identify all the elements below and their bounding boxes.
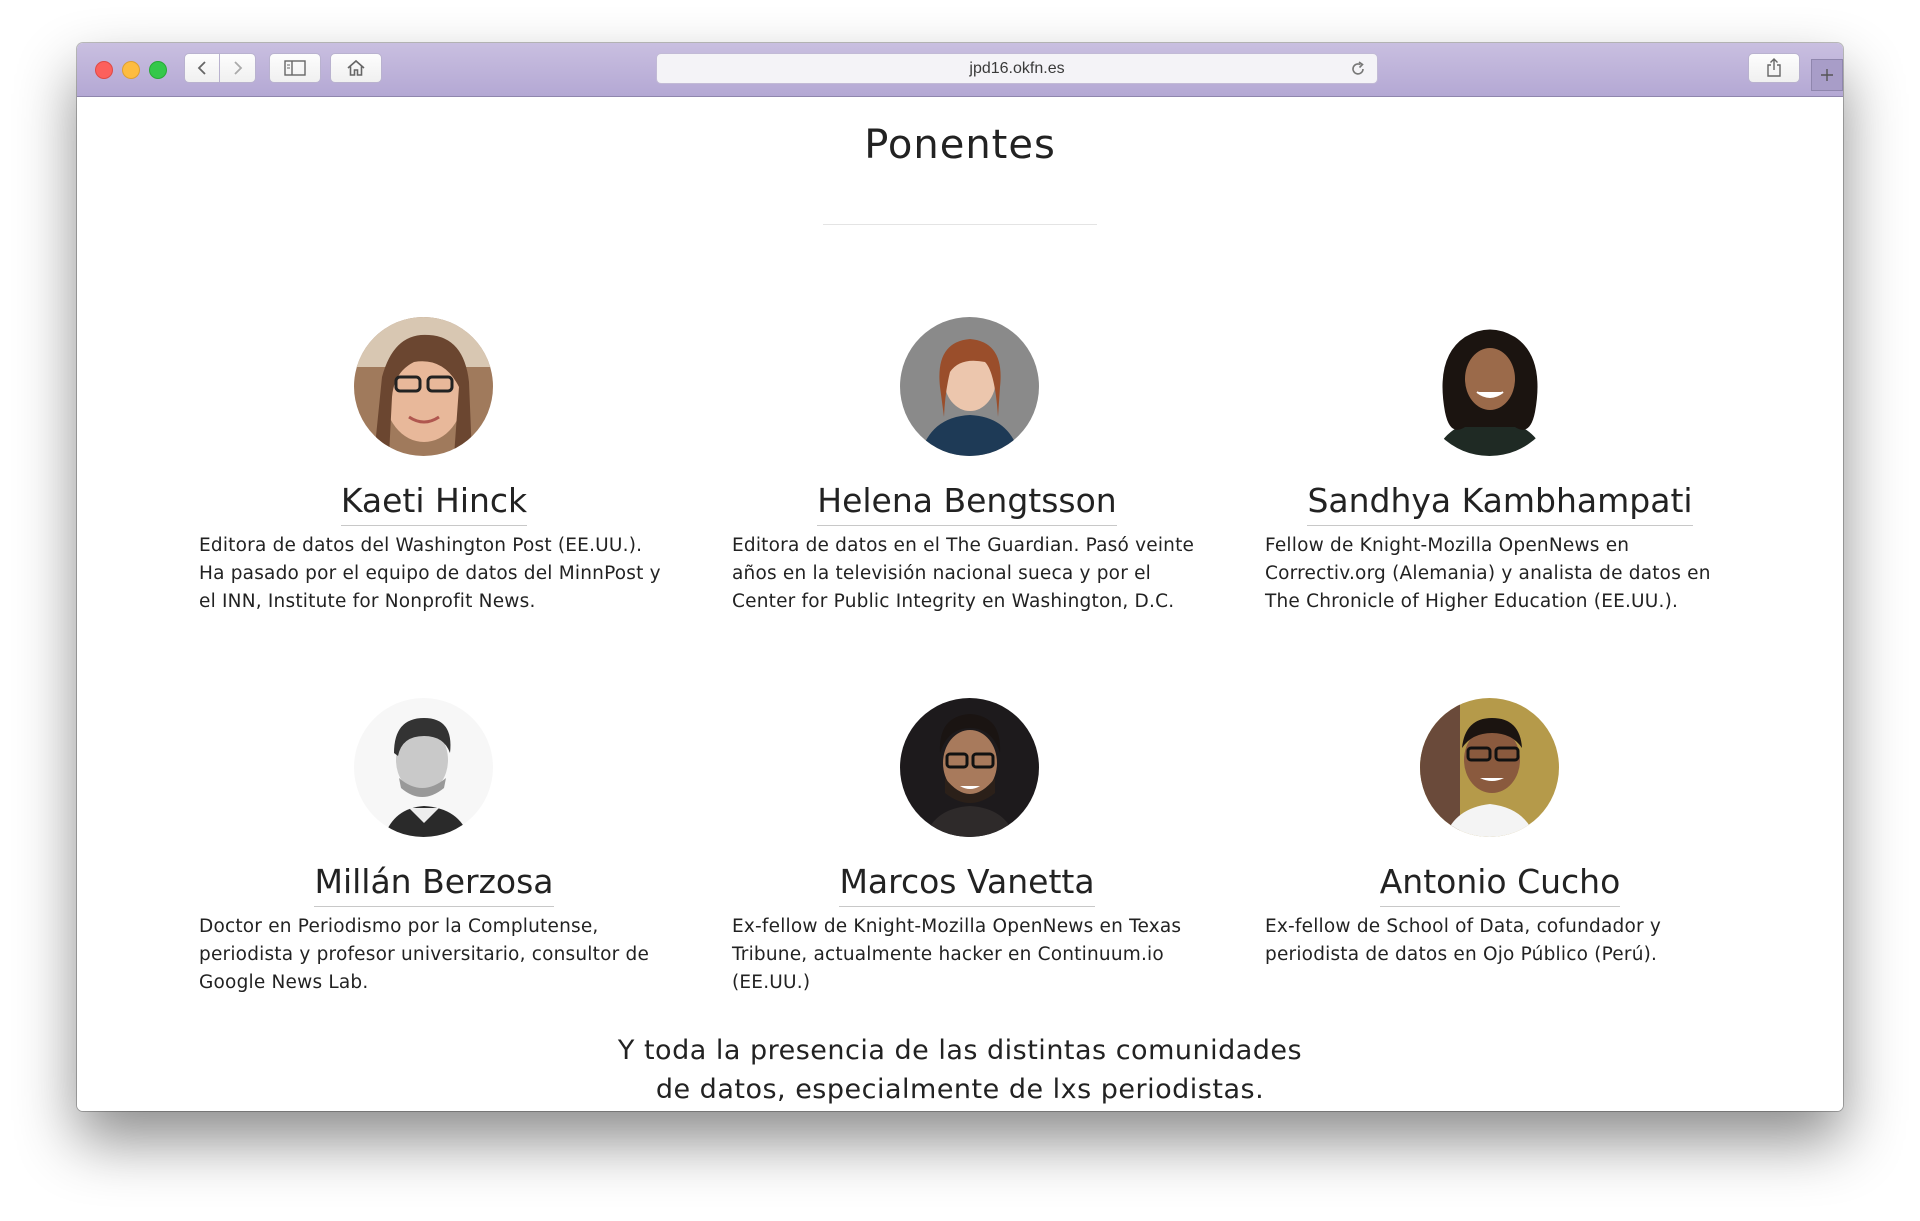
closing-statement-line: Y toda la presencia de las distintas com… (617, 1035, 1303, 1066)
title-divider (823, 224, 1097, 225)
browser-toolbar: jpd16.okfn.es (77, 43, 1843, 97)
speaker-avatar (1420, 698, 1559, 837)
sidebar-icon (284, 60, 306, 76)
speaker-bio: Ex-fellow de Knight-Mozilla OpenNews en … (732, 916, 1182, 993)
speaker-avatar (900, 317, 1039, 456)
plus-icon (1821, 69, 1833, 81)
speaker-avatar (354, 698, 493, 837)
speaker-name[interactable]: Helena Bengtsson (732, 479, 1202, 526)
forward-button[interactable] (220, 53, 256, 83)
page-title: Ponentes (864, 122, 1056, 168)
speaker-bio: Doctor en Periodismo por la Complutense,… (199, 916, 650, 993)
new-tab-button[interactable] (1811, 59, 1843, 91)
speaker-name[interactable]: Millán Berzosa (199, 860, 669, 907)
share-icon (1767, 58, 1781, 77)
speaker-avatar (900, 698, 1039, 837)
sidebar-button[interactable] (269, 53, 321, 83)
speaker-bio: Ex-fellow de School of Data, cofundador … (1265, 916, 1661, 965)
speaker-name[interactable]: Antonio Cucho (1265, 860, 1735, 907)
browser-window: jpd16.okfn.es Ponentes Kaeti Hinck Edito… (77, 43, 1843, 1111)
closing-statement-line: de datos, especialmente de lxs periodist… (655, 1074, 1265, 1105)
speaker-name[interactable]: Sandhya Kambhampati (1265, 479, 1735, 526)
speaker-bio: Editora de datos en el The Guardian. Pas… (732, 535, 1195, 612)
navigation-buttons (184, 53, 256, 83)
home-button[interactable] (330, 53, 382, 83)
closing-statement: Y toda la presencia de las distintas com… (77, 1031, 1843, 1109)
speaker-bio: Editora de datos del Washington Post (EE… (199, 535, 661, 612)
minimize-window-button[interactable] (122, 61, 140, 79)
speaker-name[interactable]: Marcos Vanetta (732, 860, 1202, 907)
chevron-right-icon (233, 61, 242, 75)
share-button[interactable] (1748, 53, 1800, 83)
back-button[interactable] (184, 53, 220, 83)
close-window-button[interactable] (95, 61, 113, 79)
maximize-window-button[interactable] (149, 61, 167, 79)
speaker-bio: Fellow de Knight-Mozilla OpenNews en Cor… (1265, 535, 1711, 612)
speaker-name[interactable]: Kaeti Hinck (199, 479, 669, 526)
page-content: Ponentes Kaeti Hinck Editora de datos de… (77, 97, 1843, 1111)
speaker-avatar (1420, 317, 1559, 456)
chevron-left-icon (197, 61, 206, 75)
home-icon (347, 59, 365, 76)
url-text: jpd16.okfn.es (969, 59, 1065, 77)
reload-icon[interactable] (1349, 60, 1367, 78)
address-bar[interactable]: jpd16.okfn.es (656, 53, 1378, 84)
speaker-avatar (354, 317, 493, 456)
